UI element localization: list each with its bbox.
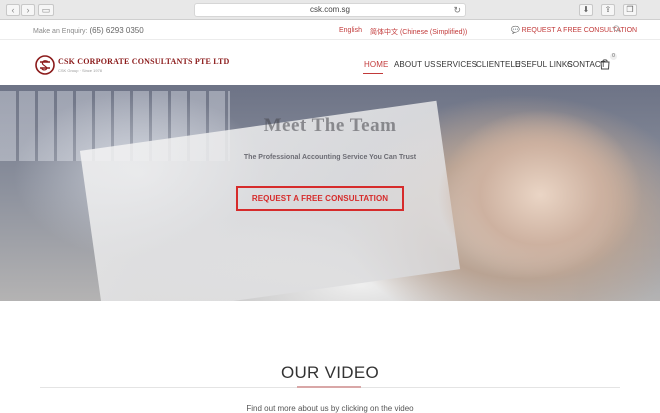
section-description: Find out more about us by clicking on th… [246, 404, 414, 413]
language-english-link[interactable]: English [339, 27, 362, 34]
site-header: CSK CORPORATE CONSULTANTS PTE LTD CSK Gr… [0, 41, 660, 85]
tabs-icon[interactable]: ❐ [623, 4, 637, 16]
sidebar-toggle-icon[interactable]: ▭ [38, 4, 54, 16]
nav-services[interactable]: SERVICES [436, 60, 477, 69]
shopping-bag-icon[interactable] [599, 58, 611, 70]
nav-clientele[interactable]: CLIENTELE [476, 60, 520, 69]
nav-home[interactable]: HOME [364, 60, 388, 69]
forward-button[interactable]: › [21, 4, 35, 16]
logo-name[interactable]: CSK CORPORATE CONSULTANTS PTE LTD [58, 57, 230, 66]
enquiry-label: Make an Enquiry: [33, 28, 88, 35]
enquiry-info: Make an Enquiry: (65) 6293 0350 [33, 26, 144, 35]
hero-subtitle: The Professional Accounting Service You … [243, 154, 417, 161]
nav-active-indicator [363, 73, 383, 74]
request-consultation-button[interactable]: REQUEST A FREE CONSULTATION [236, 186, 404, 211]
top-info-bar: Make an Enquiry: (65) 6293 0350 English … [0, 20, 660, 40]
phone-number[interactable]: (65) 6293 0350 [89, 26, 143, 35]
nav-about-us[interactable]: ABOUT US [394, 60, 436, 69]
reload-icon[interactable]: ↻ [453, 4, 461, 16]
hero-banner: Meet The Team The Professional Accountin… [0, 85, 660, 301]
logo-tagline: CSK Group · Since 1978 [58, 68, 103, 73]
back-button[interactable]: ‹ [6, 4, 20, 16]
section-title: OUR VIDEO [280, 363, 380, 382]
cart-count-badge: 0 [610, 53, 617, 60]
chat-icon: 💬 [511, 27, 520, 34]
nav-useful-links[interactable]: USEFUL LINKS [515, 60, 573, 69]
url-text: csk.com.sg [309, 5, 350, 14]
share-icon[interactable]: ⇪ [601, 4, 615, 16]
address-bar[interactable]: csk.com.sg ↻ [194, 3, 466, 17]
hero-title: Meet The Team [263, 115, 397, 136]
browser-toolbar: ‹ › ▭ csk.com.sg ↻ ⬇ ⇪ ❐ [0, 0, 660, 20]
download-icon[interactable]: ⬇ [579, 4, 593, 16]
section-accent-rule [297, 386, 361, 388]
language-chinese-link[interactable]: 简体中文 (Chinese (Simplified)) [370, 27, 467, 37]
search-icon[interactable] [613, 25, 621, 33]
csk-logo-icon[interactable] [35, 55, 55, 75]
